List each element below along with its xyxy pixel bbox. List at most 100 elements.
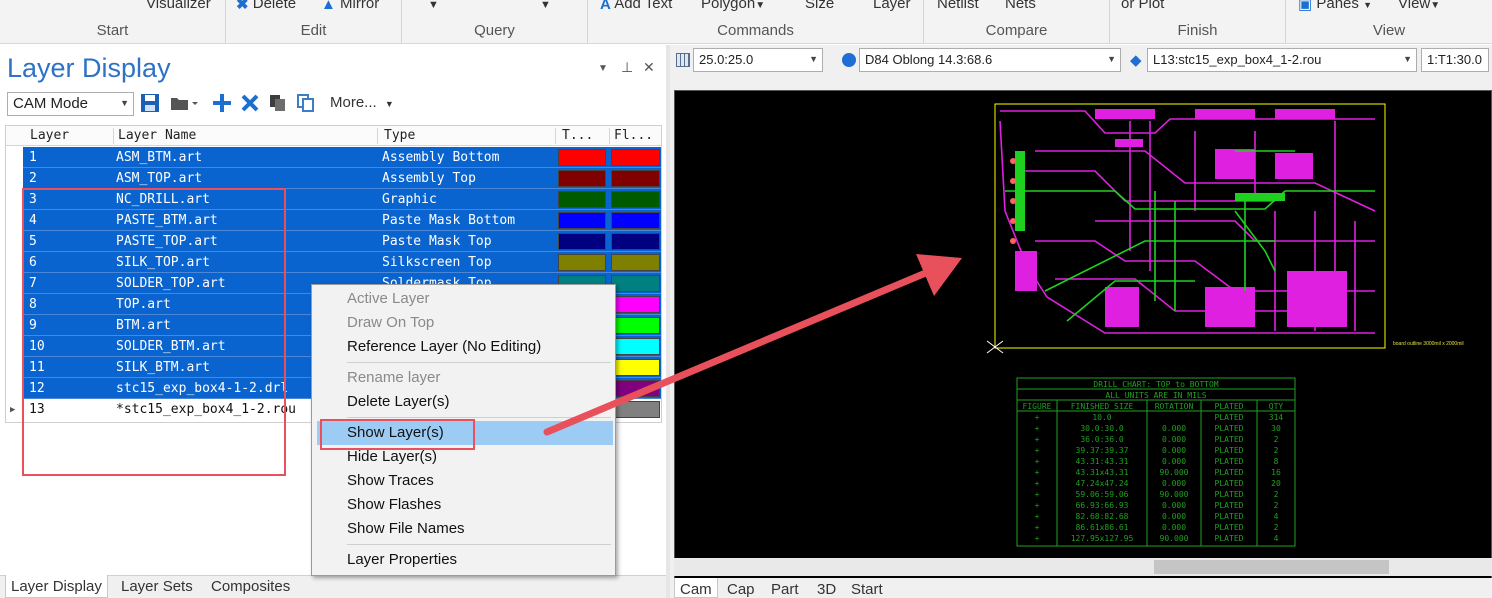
- col-flash-color[interactable]: Fl...: [614, 128, 660, 144]
- aperture-combo[interactable]: D84 Oblong 14.3:68.6 ▼: [859, 48, 1121, 72]
- table-row[interactable]: 5 PASTE_TOP.art Paste Mask Top: [23, 231, 661, 252]
- trace-color-swatch[interactable]: [558, 254, 606, 271]
- grid-combo[interactable]: 25.0:25.0 ▼: [693, 48, 823, 72]
- tab-layer-display[interactable]: Layer Display: [5, 575, 108, 598]
- menu-item-show-file-names[interactable]: Show File Names: [312, 517, 615, 541]
- tool-field[interactable]: 1:T1:30.0: [1421, 48, 1489, 72]
- menu-item-reference-layer[interactable]: Reference Layer (No Editing): [312, 335, 615, 359]
- drill-cell: PLATED: [1215, 424, 1244, 433]
- layer-name: ASM_TOP.art: [116, 171, 203, 186]
- add-layer-icon[interactable]: [212, 93, 232, 117]
- layer-number: 4: [29, 213, 37, 228]
- more-chevron-icon: ▼: [384, 99, 394, 109]
- close-icon[interactable]: ✕: [643, 59, 655, 76]
- netlist-button[interactable]: Netlist: [937, 0, 979, 12]
- trace-color-swatch[interactable]: [558, 149, 606, 166]
- table-row[interactable]: 6 SILK_TOP.art Silkscreen Top: [23, 252, 661, 273]
- trace-color-swatch[interactable]: [558, 233, 606, 250]
- trace-color-swatch[interactable]: [558, 212, 606, 229]
- trace-color-swatch[interactable]: [558, 191, 606, 208]
- table-row[interactable]: 2 ASM_TOP.art Assembly Top: [23, 168, 661, 189]
- layer-number: 5: [29, 234, 37, 249]
- col-trace-color[interactable]: T...: [562, 128, 610, 144]
- layer-combo[interactable]: L13:stc15_exp_box4_1-2.rou ▼: [1147, 48, 1417, 72]
- delete-button[interactable]: ✖ Delete: [236, 0, 296, 13]
- polygon-button[interactable]: Polygon▼: [701, 0, 765, 12]
- trace-color-swatch[interactable]: [558, 170, 606, 187]
- tab-cam[interactable]: Cam: [674, 578, 718, 598]
- pin-icon[interactable]: ⊥: [621, 59, 633, 76]
- tab-cap[interactable]: Cap: [722, 581, 760, 598]
- drill-cell: 2: [1274, 501, 1279, 510]
- scroll-thumb[interactable]: [1154, 560, 1389, 574]
- cam-canvas[interactable]: board outline 3000mil x 2000mil DRILL CH…: [674, 90, 1492, 598]
- open-folder-icon[interactable]: [170, 93, 198, 117]
- menu-item-hide-layers[interactable]: Hide Layer(s): [312, 445, 615, 469]
- delete-layer-icon[interactable]: [240, 93, 260, 117]
- nets-button[interactable]: Nets: [1005, 0, 1036, 12]
- layer-type: Graphic: [382, 192, 437, 207]
- menu-item-draw-on-top[interactable]: Draw On Top: [312, 311, 615, 335]
- flash-color-swatch[interactable]: [611, 149, 660, 166]
- table-row[interactable]: 3 NC_DRILL.art Graphic: [23, 189, 661, 210]
- col-layer[interactable]: Layer: [30, 128, 114, 144]
- drill-cell: 2: [1274, 435, 1279, 444]
- horizontal-scrollbar[interactable]: [674, 558, 1492, 576]
- flash-color-swatch[interactable]: [611, 317, 660, 334]
- panes-label: Panes: [1316, 0, 1359, 12]
- flash-color-swatch[interactable]: [611, 170, 660, 187]
- flash-color-swatch[interactable]: [611, 233, 660, 250]
- flash-color-swatch[interactable]: [611, 275, 660, 292]
- tab-start[interactable]: Start: [846, 581, 888, 598]
- menu-item-delete-layers[interactable]: Delete Layer(s): [312, 390, 615, 414]
- flash-color-swatch[interactable]: [611, 380, 660, 397]
- query-dropdown-2[interactable]: ▼: [540, 0, 551, 11]
- table-row[interactable]: 1 ASM_BTM.art Assembly Bottom: [23, 147, 661, 168]
- layer-button[interactable]: Layer: [873, 0, 911, 12]
- tab-layer-sets[interactable]: Layer Sets: [116, 578, 198, 595]
- mode-combo[interactable]: CAM Mode ▼: [7, 92, 134, 116]
- add-text-button[interactable]: A Add Text: [600, 0, 672, 13]
- plot-button[interactable]: or Plot: [1121, 0, 1164, 12]
- tab-composites[interactable]: Composites: [206, 578, 295, 595]
- flash-color-swatch[interactable]: [611, 359, 660, 376]
- tab-3d[interactable]: 3D: [812, 581, 841, 598]
- grid-value: 25.0:25.0: [699, 52, 754, 67]
- drill-cell: +: [1035, 446, 1040, 455]
- size-button[interactable]: Size: [805, 0, 834, 12]
- more-button[interactable]: More... ▼: [330, 94, 394, 111]
- menu-item-rename-layer[interactable]: Rename layer: [312, 366, 615, 390]
- aperture-icon: [842, 53, 856, 67]
- mirror-button[interactable]: ▲ Mirror: [321, 0, 379, 13]
- flash-color-swatch[interactable]: [611, 338, 660, 355]
- query-dropdown-1[interactable]: ▼: [428, 0, 439, 11]
- copy-layer-icon[interactable]: [268, 93, 288, 117]
- flash-color-swatch[interactable]: [611, 191, 660, 208]
- flash-color-swatch[interactable]: [611, 254, 660, 271]
- menu-item-show-flashes[interactable]: Show Flashes: [312, 493, 615, 517]
- flash-color-swatch[interactable]: [611, 212, 660, 229]
- save-icon[interactable]: [140, 93, 160, 117]
- table-row[interactable]: 4 PASTE_BTM.art Paste Mask Bottom: [23, 210, 661, 231]
- visualizer-button[interactable]: Visualizer: [146, 0, 211, 12]
- drill-cell: +: [1035, 512, 1040, 521]
- layer-type: Assembly Top: [382, 171, 476, 186]
- menu-item-show-traces[interactable]: Show Traces: [312, 469, 615, 493]
- menu-item-layer-properties[interactable]: Layer Properties: [312, 548, 615, 572]
- panel-title: Layer Display: [7, 53, 171, 83]
- menu-item-show-layers[interactable]: Show Layer(s): [317, 421, 613, 445]
- tab-part[interactable]: Part: [766, 581, 804, 598]
- col-layer-name[interactable]: Layer Name: [118, 128, 378, 144]
- panes-button[interactable]: ▣ Panes ▼: [1298, 0, 1372, 13]
- panes-dropdown-icon: ▼: [1363, 0, 1372, 10]
- col-type[interactable]: Type: [384, 128, 556, 144]
- panel-menu-icon[interactable]: ▼: [598, 63, 608, 74]
- view-button[interactable]: View▼: [1398, 0, 1440, 12]
- layer-name: BTM.art: [116, 318, 171, 333]
- flash-color-swatch[interactable]: [611, 296, 660, 313]
- flash-color-swatch[interactable]: [611, 401, 660, 418]
- menu-item-active-layer[interactable]: Active Layer: [312, 287, 615, 311]
- drill-chart-subtitle: ALL UNITS ARE IN MILS: [1105, 391, 1206, 400]
- drill-cell: 43.31:43.31: [1076, 457, 1129, 466]
- paste-layer-icon[interactable]: [296, 93, 316, 117]
